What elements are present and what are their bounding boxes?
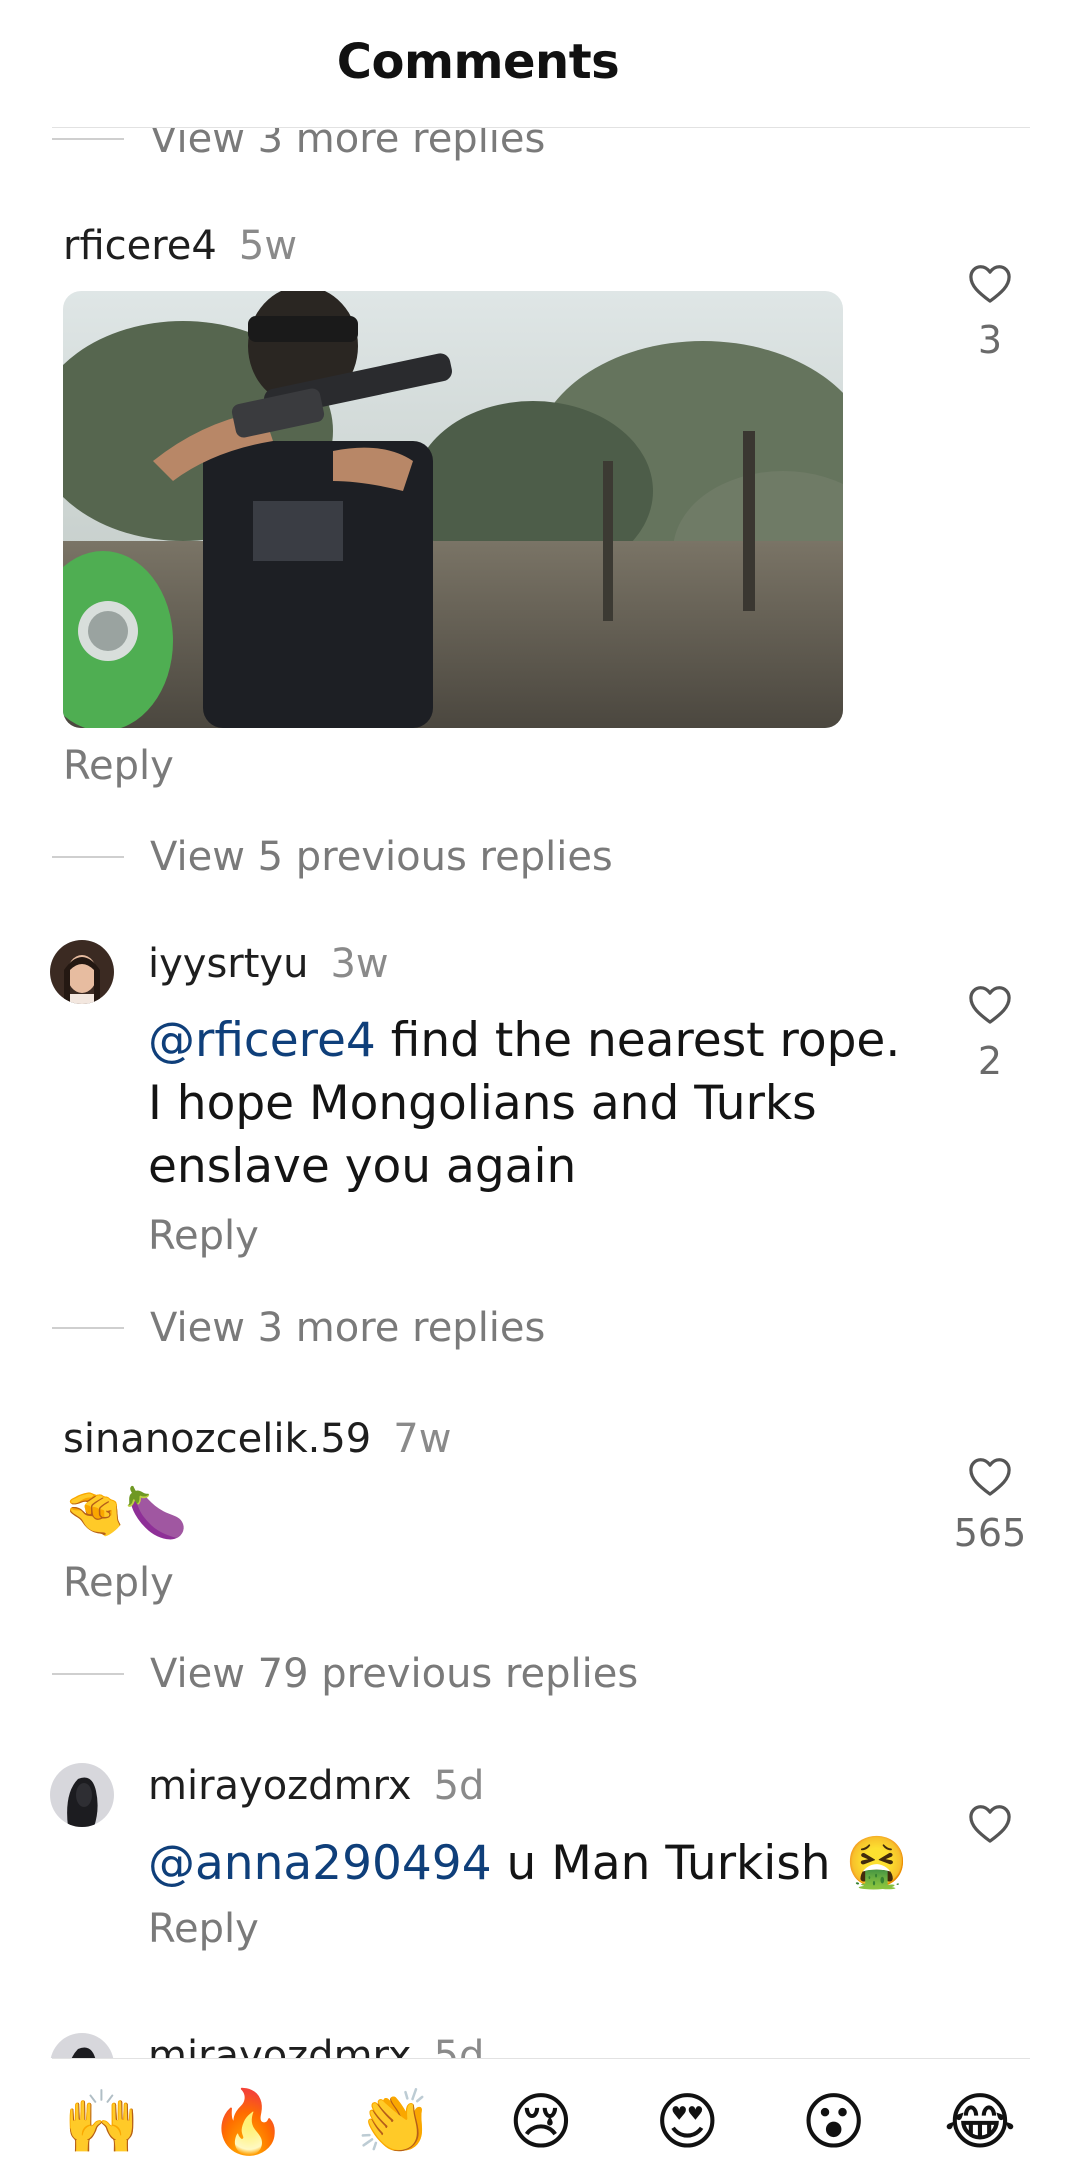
like-button[interactable] bbox=[925, 1802, 1055, 1844]
like-button[interactable]: 565 bbox=[925, 1455, 1055, 1555]
heart-outline-icon bbox=[969, 1458, 1011, 1496]
reply-button[interactable]: Reply bbox=[148, 1213, 259, 1259]
comment-emoji: 🤮 bbox=[845, 1833, 908, 1891]
raising-hands-reaction[interactable]: 🙌 bbox=[52, 2080, 152, 2164]
thread-line bbox=[52, 1327, 124, 1329]
comment-username[interactable]: sinanozcelik.59 bbox=[63, 1416, 371, 1462]
reaction-bar-divider bbox=[52, 2058, 1030, 2059]
like-button[interactable]: 2 bbox=[925, 983, 1055, 1083]
comment-text-body: u Man Turkish bbox=[491, 1836, 846, 1891]
comment-text: @rficere4 find the nearest rope. I hope … bbox=[148, 1009, 928, 1198]
comment-emoji: 🤏🍆 bbox=[63, 1484, 188, 1542]
view-replies-label: View 5 previous replies bbox=[150, 834, 613, 880]
like-button[interactable]: 3 bbox=[925, 262, 1055, 362]
view-previous-replies-link[interactable]: View 5 previous replies bbox=[52, 832, 613, 882]
heart-outline-icon bbox=[969, 986, 1011, 1024]
like-count: 565 bbox=[953, 1511, 1027, 1555]
comment-gif-image[interactable] bbox=[63, 291, 843, 728]
view-replies-label: View 3 more replies bbox=[150, 1305, 546, 1351]
mention-link[interactable]: @anna290494 bbox=[148, 1836, 492, 1891]
fire-reaction[interactable]: 🔥 bbox=[198, 2080, 298, 2164]
heart-outline-icon bbox=[969, 1805, 1011, 1843]
comment-time: 5d bbox=[433, 1763, 485, 1809]
heart-outline-icon bbox=[969, 265, 1011, 303]
avatar-image bbox=[50, 1763, 114, 1827]
reply-button[interactable]: Reply bbox=[148, 1906, 259, 1952]
view-more-replies-link[interactable]: View 3 more replies bbox=[52, 1303, 545, 1353]
comment-meta: rficere4 5w bbox=[63, 223, 297, 269]
page-title: Comments bbox=[336, 34, 620, 90]
comment-meta: sinanozcelik.59 7w bbox=[63, 1416, 451, 1462]
comment-text: 🤏🍆 bbox=[63, 1482, 188, 1546]
comment-meta: mirayozdmrx 5d bbox=[148, 1763, 484, 1809]
tears-of-joy-reaction[interactable]: 😂 bbox=[930, 2080, 1030, 2164]
avatar[interactable] bbox=[50, 1763, 114, 1827]
comment-text: @anna290494 u Man Turkish 🤮 bbox=[148, 1831, 948, 1895]
comment-username[interactable]: mirayozdmrx bbox=[148, 1763, 412, 1809]
comment-time: 3w bbox=[330, 941, 389, 987]
thread-line bbox=[52, 138, 124, 140]
like-count: 2 bbox=[977, 1039, 1003, 1083]
like-count: 3 bbox=[977, 318, 1003, 362]
gif-illustration bbox=[63, 291, 843, 728]
crying-face-reaction[interactable]: 😢 bbox=[491, 2080, 591, 2164]
comment-meta: iyysrtyu 3w bbox=[148, 941, 389, 987]
view-previous-replies-link[interactable]: View 79 previous replies bbox=[52, 1649, 638, 1699]
comments-header: Comments bbox=[0, 0, 1080, 128]
thread-line bbox=[52, 856, 124, 858]
comment-username[interactable]: rficere4 bbox=[63, 223, 217, 269]
thread-line bbox=[52, 1673, 124, 1675]
reply-button[interactable]: Reply bbox=[63, 743, 174, 789]
heart-eyes-reaction[interactable]: 😍 bbox=[637, 2080, 737, 2164]
avatar-image bbox=[50, 940, 114, 1004]
mention-link[interactable]: @rficere4 bbox=[148, 1013, 376, 1068]
clapping-hands-reaction[interactable]: 👏 bbox=[345, 2080, 445, 2164]
surprised-face-reaction[interactable]: 😮 bbox=[784, 2080, 884, 2164]
header-divider bbox=[52, 127, 1030, 128]
quick-reaction-bar: 🙌 🔥 👏 😢 😍 😮 😂 bbox=[0, 2058, 1080, 2175]
comment-username[interactable]: iyysrtyu bbox=[148, 941, 308, 987]
view-replies-label: View 79 previous replies bbox=[150, 1651, 639, 1697]
comment-time: 5w bbox=[238, 223, 298, 269]
avatar[interactable] bbox=[50, 940, 114, 1004]
comment-time: 7w bbox=[393, 1416, 452, 1462]
reaction-row: 🙌 🔥 👏 😢 😍 😮 😂 bbox=[52, 2080, 1030, 2164]
reply-button[interactable]: Reply bbox=[63, 1560, 174, 1606]
